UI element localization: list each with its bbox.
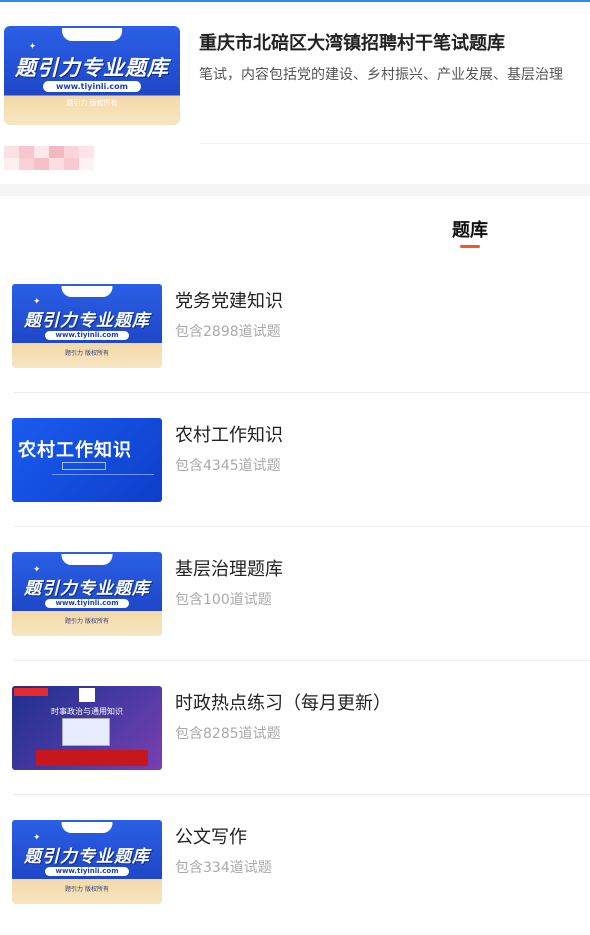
item-name: 党务党建知识 xyxy=(175,291,283,312)
item-question-count: 包含2898道试题 xyxy=(175,324,281,340)
item-cover-image: ✦ 题引力专业题库 www.tiyinli.com 题引力 版权所有 xyxy=(12,820,162,904)
cover-headline: 题引力专业题库 xyxy=(15,55,169,80)
item-question-count: 包含4345道试题 xyxy=(175,458,281,474)
row-divider xyxy=(14,794,590,795)
item-name: 基层治理题库 xyxy=(175,559,283,580)
row-divider xyxy=(14,526,590,527)
cover-url: www.tiyinli.com xyxy=(42,81,142,93)
item-question-count: 包含100道试题 xyxy=(175,592,272,608)
qr-code-icon xyxy=(79,688,95,702)
cover-copyright: 题引力 版权所有 xyxy=(65,349,109,357)
blurred-price-area xyxy=(4,146,94,170)
row-divider xyxy=(14,660,590,661)
item-cover-image: 时事政治与通用知识 xyxy=(12,686,162,770)
cover-copyright: 题引力 版权所有 xyxy=(65,617,109,625)
list-item[interactable]: 时事政治与通用知识 时政热点练习（每月更新） 包含8285道试题 xyxy=(0,669,590,803)
screenshot-illustration xyxy=(62,718,110,746)
cover-headline: 题引力专业题库 xyxy=(24,846,150,867)
cover-url: www.tiyinli.com xyxy=(45,599,129,609)
item-cover-image: 农村工作知识 xyxy=(12,418,162,502)
cover-headline: 题引力专业题库 xyxy=(24,310,150,331)
item-cover-image: ✦ 题引力专业题库 www.tiyinli.com 题引力 版权所有 xyxy=(12,552,162,636)
cover-title: 农村工作知识 xyxy=(18,440,132,461)
header-divider xyxy=(200,143,590,144)
list-item[interactable]: ✦ 题引力专业题库 www.tiyinli.com 题引力 版权所有 公文写作 … xyxy=(0,803,590,935)
cover-url: www.tiyinli.com xyxy=(45,331,129,341)
item-name: 农村工作知识 xyxy=(175,425,283,446)
cover-copyright: 题引力 版权所有 xyxy=(65,885,109,893)
item-cover-image: ✦ 题引力专业题库 www.tiyinli.com 题引力 版权所有 xyxy=(12,284,162,368)
cover-url: www.tiyinli.com xyxy=(45,867,129,877)
section-separator xyxy=(0,184,590,196)
cover-copyright: 题引力 版权所有 xyxy=(66,99,118,108)
cover-headline: 题引力专业题库 xyxy=(24,578,150,599)
page-title: 重庆市北碚区大湾镇招聘村干笔试题库 xyxy=(199,33,505,54)
list-item[interactable]: 农村工作知识 农村工作知识 包含4345道试题 xyxy=(0,401,590,535)
header-cover-image: ✦ 题引力专业题库 www.tiyinli.com 题引力 版权所有 xyxy=(4,26,180,125)
tab-question-bank[interactable]: 题库 xyxy=(440,216,500,242)
tab-active-indicator xyxy=(460,245,480,248)
item-question-count: 包含8285道试题 xyxy=(175,726,281,742)
list-item[interactable]: ✦ 题引力专业题库 www.tiyinli.com 题引力 版权所有 党务党建知… xyxy=(0,267,590,401)
item-question-count: 包含334道试题 xyxy=(175,860,272,876)
cover-title: 时事政治与通用知识 xyxy=(51,707,123,716)
item-name: 时政热点练习（每月更新） xyxy=(175,693,391,714)
list-item[interactable]: ✦ 题引力专业题库 www.tiyinli.com 题引力 版权所有 基层治理题… xyxy=(0,535,590,669)
row-divider xyxy=(14,392,590,393)
page-description: 笔试，内容包括党的建设、乡村振兴、产业发展、基层治理 xyxy=(199,67,563,83)
item-name: 公文写作 xyxy=(175,827,247,848)
question-bank-header: ✦ 题引力专业题库 www.tiyinli.com 题引力 版权所有 重庆市北碚… xyxy=(0,2,590,184)
star-icon: ✦ xyxy=(28,41,37,52)
